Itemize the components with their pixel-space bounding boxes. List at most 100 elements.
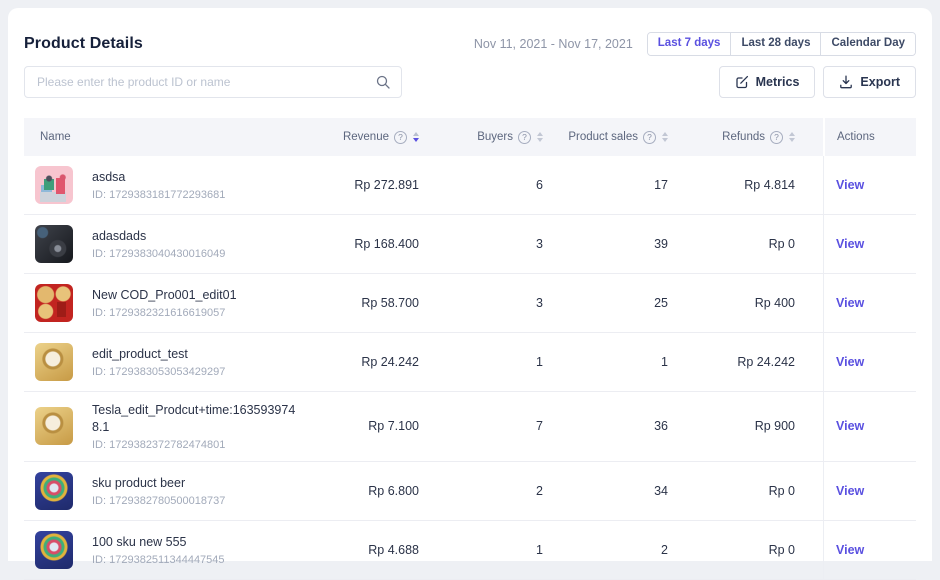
product-details-card: Product Details Nov 11, 2021 - Nov 17, 2…: [8, 8, 932, 561]
column-header-actions: Actions: [823, 118, 916, 156]
product-info: Tesla_edit_Prodcut+time:1635939748.1 ID:…: [92, 402, 300, 451]
metrics-button[interactable]: Metrics: [719, 66, 816, 98]
product-table: NameRevenueBuyersProduct salesRefundsAct…: [24, 118, 916, 580]
product-image: [35, 472, 73, 510]
product-info: edit_product_test ID: 172938305305342929…: [92, 346, 225, 378]
view-link[interactable]: View: [836, 355, 864, 369]
revenue-cell: Rp 7.100: [312, 419, 419, 433]
actions-cell: View: [823, 156, 916, 214]
date-range-segmented-control: Last 7 daysLast 28 daysCalendar Day: [647, 32, 916, 56]
revenue-cell: Rp 58.700: [312, 296, 419, 310]
product-sales-cell: 1: [543, 355, 668, 369]
range-button-calendar-day[interactable]: Calendar Day: [820, 33, 915, 55]
column-label: Product sales: [568, 131, 638, 143]
product-name: Tesla_edit_Prodcut+time:1635939748.1: [92, 402, 300, 436]
table-body: asdsa ID: 1729383181772293681 Rp 272.891…: [24, 156, 916, 580]
search-input[interactable]: [24, 66, 402, 98]
product-name: New COD_Pro001_edit01: [92, 287, 237, 304]
refunds-cell: Rp 24.242: [668, 355, 823, 369]
view-link[interactable]: View: [836, 237, 864, 251]
refunds-cell: Rp 0: [668, 543, 823, 557]
view-link[interactable]: View: [836, 178, 864, 192]
product-id: ID: 1729383053053429297: [92, 366, 225, 378]
buyers-cell: 6: [419, 178, 543, 192]
view-link[interactable]: View: [836, 296, 864, 310]
actions-cell: View: [823, 274, 916, 332]
product-name: 100 sku new 555: [92, 534, 225, 551]
view-link[interactable]: View: [836, 419, 864, 433]
download-icon: [839, 75, 853, 89]
column-header-revenue[interactable]: Revenue: [312, 131, 419, 144]
refunds-cell: Rp 0: [668, 237, 823, 251]
refunds-cell: Rp 400: [668, 296, 823, 310]
actions-cell: View: [823, 462, 916, 520]
date-controls: Nov 11, 2021 - Nov 17, 2021 Last 7 daysL…: [474, 32, 916, 56]
range-button-last-28-days[interactable]: Last 28 days: [730, 33, 820, 55]
view-link[interactable]: View: [836, 543, 864, 557]
sort-control[interactable]: [789, 132, 795, 142]
product-image: [35, 284, 73, 322]
refunds-cell: Rp 0: [668, 484, 823, 498]
product-name: sku product beer: [92, 475, 225, 492]
sort-desc-icon: [789, 138, 795, 142]
buyers-cell: 3: [419, 237, 543, 251]
info-icon[interactable]: [394, 131, 407, 144]
product-id: ID: 1729382780500018737: [92, 495, 225, 507]
product-sales-cell: 25: [543, 296, 668, 310]
product-info: sku product beer ID: 1729382780500018737: [92, 475, 225, 507]
title-bar: Product Details Nov 11, 2021 - Nov 17, 2…: [24, 32, 916, 56]
product-image: [35, 225, 73, 263]
info-icon[interactable]: [643, 131, 656, 144]
product-info: New COD_Pro001_edit01 ID: 17293823216166…: [92, 287, 237, 319]
product-sales-cell: 2: [543, 543, 668, 557]
column-header-refunds[interactable]: Refunds: [668, 131, 823, 144]
column-header-product-sales[interactable]: Product sales: [543, 131, 668, 144]
actions-cell: View: [823, 521, 916, 579]
table-row: adasdads ID: 1729383040430016049 Rp 168.…: [24, 215, 916, 274]
name-cell: 100 sku new 555 ID: 1729382511344447545: [24, 521, 312, 579]
date-range-label: Nov 11, 2021 - Nov 17, 2021: [474, 37, 633, 51]
search-icon[interactable]: [376, 75, 390, 89]
product-name: edit_product_test: [92, 346, 225, 363]
export-button[interactable]: Export: [823, 66, 916, 98]
table-row: asdsa ID: 1729383181772293681 Rp 272.891…: [24, 156, 916, 215]
product-info: asdsa ID: 1729383181772293681: [92, 169, 225, 201]
product-image: [35, 343, 73, 381]
column-label: Revenue: [343, 131, 389, 143]
range-button-last-7-days[interactable]: Last 7 days: [648, 33, 731, 55]
product-id: ID: 1729382372782474801: [92, 439, 300, 451]
view-link[interactable]: View: [836, 484, 864, 498]
column-header-buyers[interactable]: Buyers: [419, 131, 543, 144]
product-name: asdsa: [92, 169, 225, 186]
name-cell: sku product beer ID: 1729382780500018737: [24, 462, 312, 520]
buyers-cell: 1: [419, 543, 543, 557]
buyers-cell: 7: [419, 419, 543, 433]
product-id: ID: 1729382321616619057: [92, 307, 237, 319]
refunds-cell: Rp 4.814: [668, 178, 823, 192]
actions-cell: View: [823, 333, 916, 391]
search-box: [24, 66, 402, 98]
info-icon[interactable]: [770, 131, 783, 144]
revenue-cell: Rp 6.800: [312, 484, 419, 498]
info-icon[interactable]: [518, 131, 531, 144]
product-sales-cell: 36: [543, 419, 668, 433]
column-label: Buyers: [477, 131, 513, 143]
actions-cell: View: [823, 215, 916, 273]
column-label: Refunds: [722, 131, 765, 143]
name-cell: asdsa ID: 1729383181772293681: [24, 156, 312, 214]
product-sales-cell: 34: [543, 484, 668, 498]
name-cell: adasdads ID: 1729383040430016049: [24, 215, 312, 273]
product-name: adasdads: [92, 228, 225, 245]
table-header-row: NameRevenueBuyersProduct salesRefundsAct…: [24, 118, 916, 156]
product-id: ID: 1729383040430016049: [92, 248, 225, 260]
toolbar: Metrics Export: [24, 66, 916, 98]
page-title: Product Details: [24, 35, 143, 53]
table-row: sku product beer ID: 1729382780500018737…: [24, 462, 916, 521]
product-sales-cell: 17: [543, 178, 668, 192]
toolbar-actions: Metrics Export: [719, 66, 916, 98]
column-label: Actions: [837, 131, 875, 143]
table-row: 100 sku new 555 ID: 1729382511344447545 …: [24, 521, 916, 580]
table-row: edit_product_test ID: 172938305305342929…: [24, 333, 916, 392]
product-sales-cell: 39: [543, 237, 668, 251]
revenue-cell: Rp 4.688: [312, 543, 419, 557]
